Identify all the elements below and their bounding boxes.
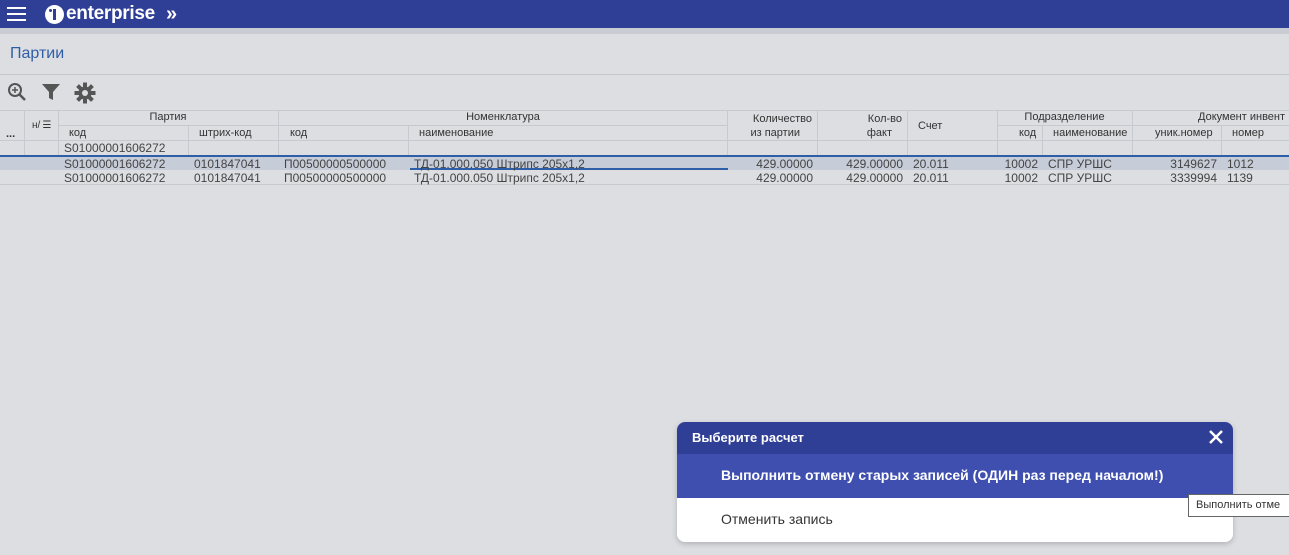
- col-divider: [188, 125, 189, 156]
- header-qty-line2[interactable]: из партии: [727, 127, 817, 139]
- row-menu-button[interactable]: ...: [6, 128, 15, 140]
- col-divider: [1221, 125, 1222, 156]
- expand-chevron-icon[interactable]: »: [166, 3, 177, 26]
- col-divider: [907, 110, 908, 156]
- filter-party-code-input[interactable]: S01000001606272: [64, 141, 165, 155]
- cell-fact[interactable]: 429.00000: [817, 157, 903, 171]
- cell-account[interactable]: 20.011: [913, 171, 949, 185]
- title-divider: [0, 74, 1289, 75]
- cell-div-code[interactable]: 10002: [997, 157, 1038, 171]
- header-bottom-border: [0, 140, 1289, 141]
- header-fact-line1[interactable]: Кол-во: [817, 113, 907, 125]
- header-nom-code[interactable]: код: [290, 127, 307, 139]
- filter-icon[interactable]: [41, 82, 61, 105]
- top-bar: enterprise »: [0, 0, 1289, 28]
- header-party-code[interactable]: код: [69, 127, 86, 139]
- cell-barcode[interactable]: 0101847041: [194, 171, 261, 185]
- top-strip: [0, 28, 1289, 34]
- app-logo[interactable]: enterprise: [45, 3, 155, 25]
- cell-fact[interactable]: 429.00000: [817, 171, 903, 185]
- cell-barcode[interactable]: 0101847041: [194, 157, 261, 171]
- group-divider: [997, 125, 1289, 126]
- cell-account[interactable]: 20.011: [913, 157, 949, 171]
- cell-nom-code[interactable]: П00500000500000: [284, 171, 386, 185]
- header-barcode[interactable]: штрих-код: [199, 127, 252, 139]
- hamburger-menu-icon[interactable]: [7, 7, 26, 21]
- header-account[interactable]: Счет: [918, 120, 942, 132]
- gear-icon[interactable]: [74, 82, 96, 107]
- cell-qty[interactable]: 429.00000: [727, 157, 813, 171]
- header-party[interactable]: Партия: [58, 111, 278, 123]
- header-inventory-doc[interactable]: Документ инвент: [1198, 111, 1285, 123]
- cell-div-name[interactable]: СПР УРШС: [1048, 157, 1112, 171]
- header-nom-name[interactable]: наименование: [419, 127, 493, 139]
- close-icon[interactable]: [1207, 428, 1225, 449]
- cell-party-code[interactable]: S01000001606272: [64, 171, 165, 185]
- header-qty-line1[interactable]: Количество: [727, 113, 817, 125]
- cell-party-code[interactable]: S01000001606272: [64, 157, 165, 171]
- col-divider: [1042, 125, 1043, 156]
- header-div-name[interactable]: наименование: [1053, 127, 1127, 139]
- cell-nom-name[interactable]: ТД-01.000.050 Штрипс 205x1,2: [414, 157, 585, 171]
- col-divider: [24, 110, 25, 156]
- zoom-search-icon[interactable]: [7, 82, 27, 105]
- dialog-header: Выберите расчет: [677, 422, 1233, 454]
- cell-uniq[interactable]: 3149627: [1132, 157, 1217, 171]
- sort-icon: ☰: [42, 120, 52, 131]
- row-number-label: н/: [32, 120, 41, 131]
- choose-calculation-dialog: Выберите расчет Выполнить отмену старых …: [677, 422, 1233, 542]
- header-doc-num[interactable]: номер: [1232, 127, 1264, 139]
- header-division[interactable]: Подразделение: [997, 111, 1132, 123]
- option-cancel-old-records[interactable]: Выполнить отмену старых записей (ОДИН ра…: [677, 454, 1233, 498]
- header-fact-line2[interactable]: факт: [817, 127, 907, 139]
- cell-uniq[interactable]: 3339994: [1132, 171, 1217, 185]
- logo-text: enterprise: [66, 3, 155, 24]
- col-divider: [1132, 110, 1133, 156]
- col-divider: [408, 125, 409, 156]
- cell-nom-name[interactable]: ТД-01.000.050 Штрипс 205x1,2: [414, 171, 585, 185]
- option-cancel-record[interactable]: Отменить запись: [677, 498, 1233, 542]
- row-number-header[interactable]: н/☰: [32, 120, 51, 131]
- cell-div-code[interactable]: 10002: [997, 171, 1038, 185]
- group-divider: [58, 125, 728, 126]
- header-div-code[interactable]: код: [1019, 127, 1036, 139]
- cell-doc[interactable]: 1012: [1227, 157, 1254, 171]
- page-title: Партии: [10, 45, 65, 62]
- cell-doc[interactable]: 1139: [1227, 171, 1253, 185]
- logo-mark-icon: [45, 4, 64, 24]
- cell-div-name[interactable]: СПР УРШС: [1048, 171, 1112, 185]
- header-uniq-num[interactable]: уник.номер: [1155, 127, 1213, 139]
- dialog-title: Выберите расчет: [692, 430, 804, 445]
- cell-qty[interactable]: 429.00000: [727, 171, 813, 185]
- tooltip: Выполнить отме: [1188, 494, 1289, 517]
- header-nomenclature[interactable]: Номенклатура: [278, 111, 728, 123]
- cell-nom-code[interactable]: П00500000500000: [284, 157, 386, 171]
